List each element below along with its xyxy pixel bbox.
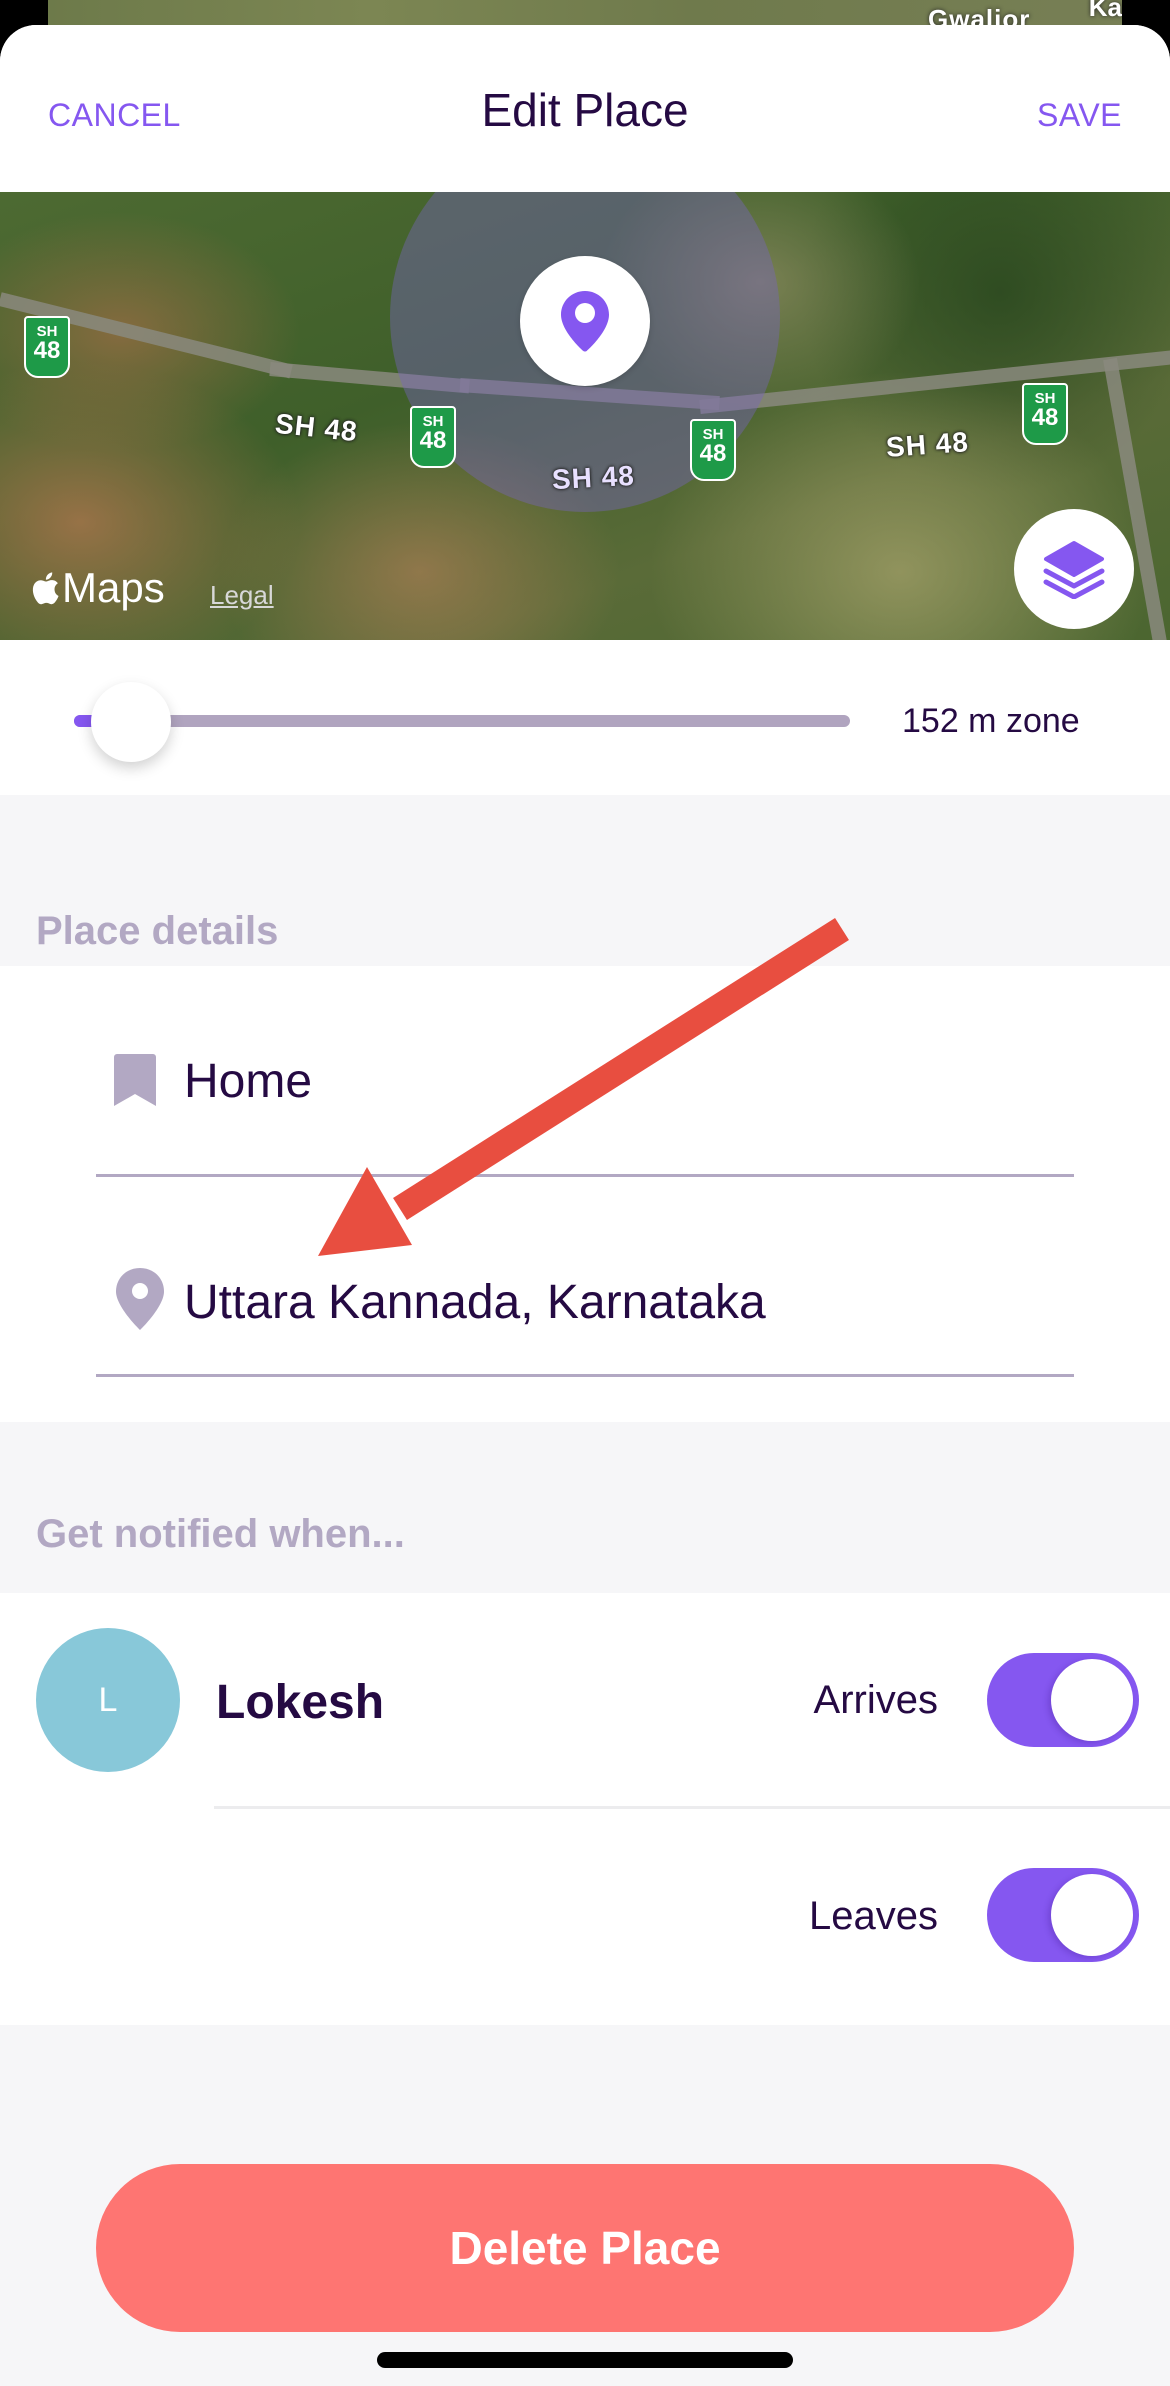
leaves-toggle[interactable] [987, 1868, 1139, 1962]
apple-logo-icon [32, 572, 59, 605]
radius-slider-thumb[interactable] [90, 682, 171, 762]
place-name-input[interactable] [184, 1046, 1064, 1116]
arrives-toggle[interactable] [987, 1653, 1139, 1747]
road-label: SH 48 [273, 407, 360, 448]
highway-shield: SH 48 [1022, 383, 1068, 445]
apple-maps-attribution: Maps [30, 564, 165, 612]
place-name-field [96, 966, 1074, 1177]
page-title: Edit Place [481, 84, 689, 136]
place-address-field [96, 1177, 1074, 1377]
map-view[interactable]: SH 48 SH 48 SH 48 SH 48 SH 48 SH 48 SH 4… [0, 192, 1170, 640]
row-divider [214, 1806, 1170, 1809]
radius-value-label: 152 m zone [902, 702, 1080, 740]
home-indicator [377, 2352, 793, 2368]
map-pin-icon [561, 291, 609, 352]
highway-shield: SH 48 [690, 419, 736, 481]
road-label: SH 48 [551, 459, 636, 496]
bookmark-icon [114, 1054, 156, 1106]
legal-link[interactable]: Legal [210, 580, 274, 611]
radius-slider-track[interactable] [74, 715, 850, 727]
section-title: Get notified when... [36, 1512, 405, 1556]
layers-icon [1043, 541, 1105, 599]
screen: Gwalior Ka CANCEL Edit Place SAVE SH 48 … [0, 0, 1170, 2386]
leaves-label: Leaves [809, 1894, 938, 1938]
highway-shield: SH 48 [24, 316, 70, 378]
road-label: SH 48 [884, 426, 970, 463]
toggle-knob [1051, 1874, 1133, 1956]
edit-place-sheet: CANCEL Edit Place SAVE SH 48 SH 48 SH 48… [0, 25, 1170, 2386]
place-details-fields [0, 966, 1170, 1422]
notifications-section-header: Get notified when... [0, 1422, 1170, 1593]
nav-header: CANCEL Edit Place SAVE [0, 25, 1170, 192]
place-address-input[interactable] [184, 1267, 1064, 1337]
recenter-pin-button[interactable] [520, 256, 650, 386]
person-name: Lokesh [216, 1676, 385, 1729]
notification-person-row: L Lokesh Arrives Leaves [0, 1593, 1170, 2025]
avatar: L [36, 1628, 180, 1772]
delete-place-button[interactable]: Delete Place [96, 2164, 1074, 2332]
avatar-initial: L [98, 1680, 118, 1719]
map-layers-button[interactable] [1014, 509, 1134, 629]
maps-wordmark: Maps [62, 564, 165, 611]
section-title: Place details [36, 909, 279, 953]
place-details-section-header: Place details [0, 795, 1170, 966]
highway-shield: SH 48 [410, 406, 456, 468]
radius-slider-row: 152 m zone [0, 640, 1170, 795]
background-city-label-partial: Ka [1088, 0, 1122, 22]
save-button[interactable]: SAVE [1037, 97, 1122, 134]
toggle-knob [1051, 1659, 1133, 1741]
location-pin-icon [116, 1268, 164, 1330]
arrives-label: Arrives [813, 1678, 938, 1722]
